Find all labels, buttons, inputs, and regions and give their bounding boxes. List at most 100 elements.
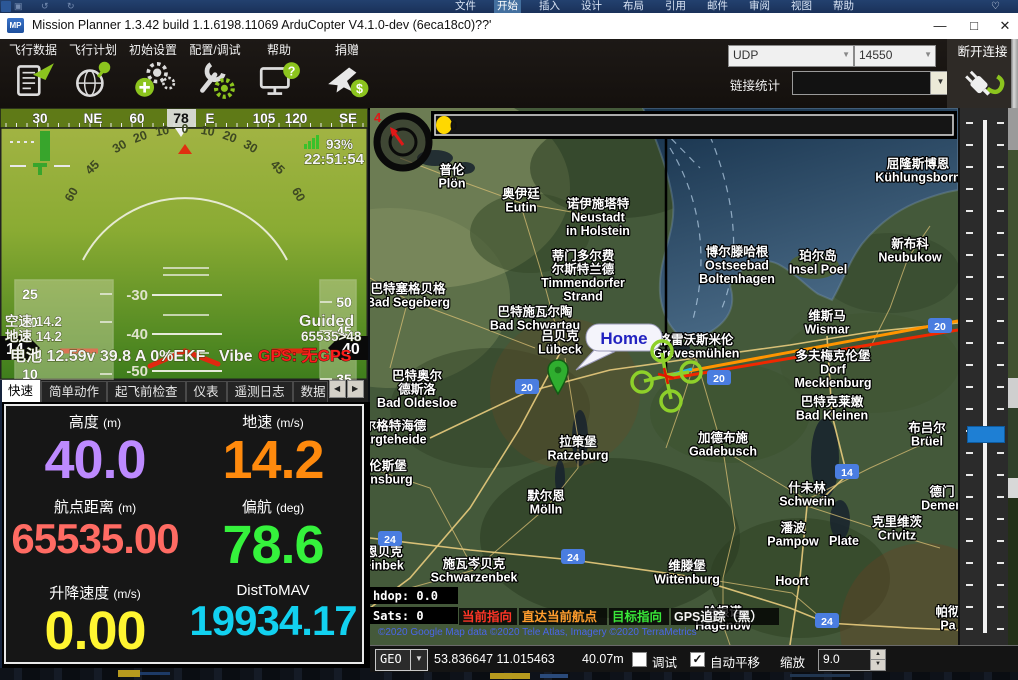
quick-cell-groundspeed[interactable]: 地速 (m/s) 14.2 xyxy=(184,406,362,491)
ribbon-tab-references[interactable]: 引用 xyxy=(662,0,689,13)
city-label: Ratzeburg xyxy=(547,449,608,463)
city-label: 德斯洛 xyxy=(398,382,436,397)
quick-unit: (m/s) xyxy=(276,416,303,430)
tab-scroll-right-icon[interactable]: ▶ xyxy=(347,380,364,398)
city-label: Boltenhagen xyxy=(699,272,775,286)
maximize-button[interactable]: □ xyxy=(958,13,990,38)
tab-actions[interactable]: 简单动作 xyxy=(41,381,107,402)
zoom-input[interactable]: 9.0 xyxy=(818,649,874,671)
menu-config-tuning-label: 配置/调试 xyxy=(186,41,244,58)
zoom-spin-down-icon[interactable]: ▼ xyxy=(870,659,886,671)
autopan-label[interactable]: 自动平移 xyxy=(710,652,760,671)
map-zoom-slider[interactable] xyxy=(958,108,1010,645)
menu-initial-setup-label: 初始设置 xyxy=(124,41,182,58)
city-label: 新布科 xyxy=(891,236,929,251)
city-label: Eutin xyxy=(505,201,536,215)
tab-telemetry-logs[interactable]: 遥测日志 xyxy=(227,381,293,402)
slider-ticks-right xyxy=(997,122,1004,632)
city-label: 吕贝克 xyxy=(541,328,579,343)
ribbon-tab-design[interactable]: 设计 xyxy=(578,0,605,13)
ribbon-tab-home[interactable]: 开始 xyxy=(494,0,521,13)
tab-quick[interactable]: 快速 xyxy=(0,379,41,402)
window-title: Mission Planner 1.3.42 build 1.1.6198.11… xyxy=(32,18,491,32)
city-label: argteheide xyxy=(370,433,427,447)
map-panel[interactable]: 普伦Plön奥伊廷Eutin诺伊施塔特Neustadtin HolsteinDa… xyxy=(370,108,958,645)
map-canvas[interactable]: 普伦Plön奥伊廷Eutin诺伊施塔特Neustadtin HolsteinDa… xyxy=(370,108,958,645)
city-label: Gadebusch xyxy=(689,445,757,459)
menu-help[interactable]: 帮助 ? xyxy=(250,41,308,106)
hdop-value: hdop: 0.0 xyxy=(373,589,438,603)
connection-baud-select[interactable]: 14550 ▼ xyxy=(854,45,936,67)
minimize-button[interactable]: — xyxy=(924,13,956,38)
road-badge-label: 24 xyxy=(567,552,579,564)
tracker-bar[interactable]: 0 xyxy=(433,113,955,137)
link-stats-select[interactable] xyxy=(792,71,932,95)
slider-handle[interactable] xyxy=(967,426,1005,443)
city-label: Insel Poel xyxy=(789,263,847,277)
ribbon-tab-layout[interactable]: 布局 xyxy=(620,0,647,13)
menu-flight-plan-label: 飞行计划 xyxy=(64,41,122,58)
vibe-label[interactable]: Vibe xyxy=(219,348,253,365)
compass-label: 60 xyxy=(129,111,144,126)
city-label: 巴特奥尔 xyxy=(392,368,443,383)
quick-cell-wp-distance[interactable]: 航点距离 (m) 65535.00 xyxy=(6,491,184,576)
quick-label: 偏航 xyxy=(242,499,272,516)
tab-preflight[interactable]: 起飞前检查 xyxy=(107,381,186,402)
chevron-down-icon: ▼ xyxy=(924,46,932,64)
debug-checkbox[interactable] xyxy=(632,652,647,667)
city-label: 多夫梅克伦堡 xyxy=(795,348,871,363)
menu-config-tuning[interactable]: 配置/调试 xyxy=(186,41,244,106)
menu-donate[interactable]: 捐赠 $ xyxy=(318,41,376,106)
tracker-value: 0 xyxy=(450,118,457,133)
ribbon-tab-file[interactable]: 文件 xyxy=(452,0,479,13)
city-label: ensburg xyxy=(370,473,413,487)
ribbon-tab-help[interactable]: 帮助 xyxy=(830,0,857,13)
menu-initial-setup[interactable]: 初始设置 xyxy=(124,41,182,106)
city-label: Schwarzenbek xyxy=(431,571,518,585)
coord-format-dropdown-icon[interactable]: ▼ xyxy=(410,649,428,671)
quick-cell-altitude[interactable]: 高度 (m) 40.0 xyxy=(6,406,184,491)
config-tuning-icon xyxy=(192,59,238,101)
background-window-sliver xyxy=(1008,108,1018,680)
flight-plan-icon xyxy=(70,59,116,101)
connection-protocol-value: UDP xyxy=(733,48,758,62)
flight-mode: Guided xyxy=(299,313,354,330)
ribbon-tabs: 文件 开始 插入 设计 布局 引用 邮件 审阅 视图 帮助 xyxy=(452,0,857,13)
quick-cell-vspeed[interactable]: 升降速度 (m/s) 0.00 xyxy=(6,577,184,662)
ribbon-tab-insert[interactable]: 插入 xyxy=(536,0,563,13)
hud-display: 30NE60E105120SE 78 604530201001020304560… xyxy=(0,108,368,380)
hud-panel[interactable]: 30NE60E105120SE 78 604530201001020304560… xyxy=(0,108,368,380)
tab-gauges[interactable]: 仪表 xyxy=(186,381,227,402)
battery-text: 电池 12.59v 39.8 A 0%EKF xyxy=(10,346,206,365)
roll-label: 10 xyxy=(200,123,216,139)
city-label: 克里维茨 xyxy=(872,514,923,529)
airspeed-mark: 25 xyxy=(22,286,38,302)
city-label: Plate xyxy=(829,534,859,548)
ribbon-tab-view[interactable]: 视图 xyxy=(788,0,815,13)
menu-flight-plan[interactable]: 飞行计划 xyxy=(64,41,122,106)
ribbon-tab-review[interactable]: 审阅 xyxy=(746,0,773,13)
connection-protocol-select[interactable]: UDP ▼ xyxy=(728,45,854,67)
quick-label: 航点距离 xyxy=(54,499,114,516)
quick-label: 地速 xyxy=(242,414,272,431)
quick-value-altitude: 40.0 xyxy=(6,432,184,489)
track-legend: 当前指向直达当前航点目标指向GPS追踪（黑） xyxy=(459,608,779,625)
quick-label: 高度 xyxy=(69,414,99,431)
quick-cell-disttomav[interactable]: DistToMAV 19934.17 xyxy=(184,577,362,662)
slider-track[interactable] xyxy=(983,120,987,633)
link-stats-label: 链接统计 xyxy=(730,75,780,94)
debug-label[interactable]: 调试 xyxy=(652,652,677,671)
tab-scroll-left-icon[interactable]: ◀ xyxy=(329,380,346,398)
road-badge-label: 20 xyxy=(713,373,725,385)
gps-status: GPS: 无GPS xyxy=(258,347,352,365)
close-button[interactable]: ✕ xyxy=(992,13,1018,38)
quick-access-icons: ▣ ↺ ↻ xyxy=(14,0,83,13)
connection-baud-value: 14550 xyxy=(859,48,892,62)
ribbon-tab-mailings[interactable]: 邮件 xyxy=(704,0,731,13)
tab-dataflash[interactable]: 数据 xyxy=(293,381,328,402)
autopan-checkbox[interactable]: ✓ xyxy=(690,652,705,667)
disconnect-button[interactable]: 断开连接 xyxy=(947,39,1018,108)
menu-flight-data[interactable]: 飞行数据 xyxy=(4,41,62,106)
pitch-label: -30 xyxy=(126,287,148,304)
quick-cell-yaw[interactable]: 偏航 (deg) 78.6 xyxy=(184,491,362,576)
